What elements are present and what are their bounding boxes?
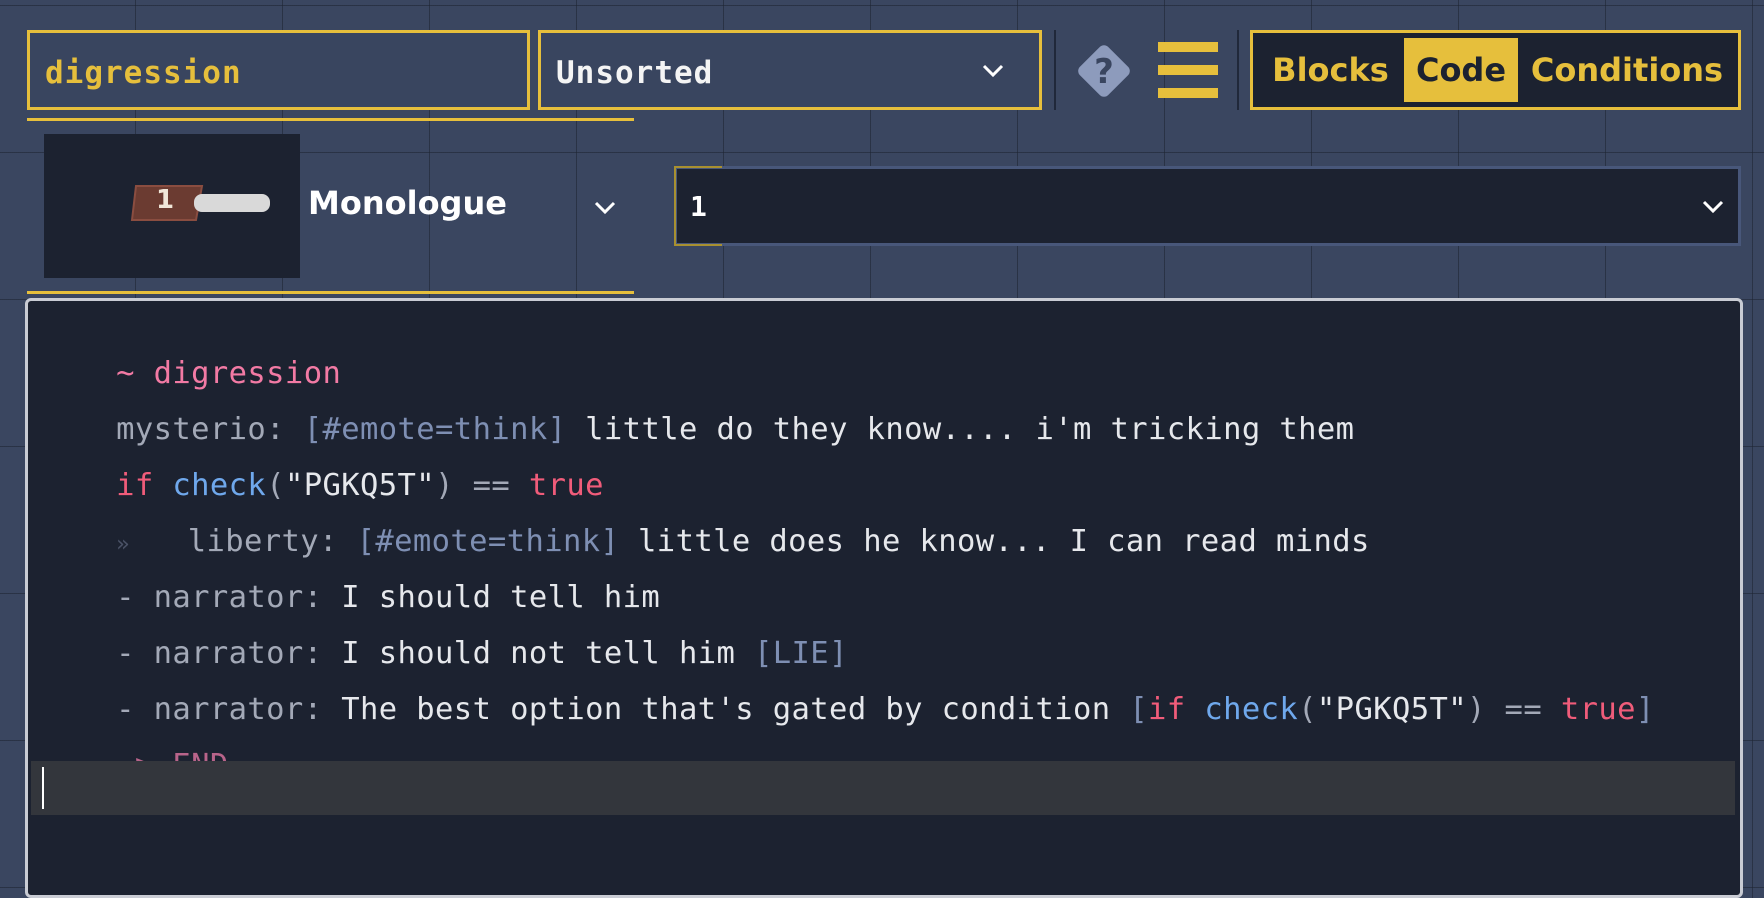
string: "PGKQ5T" [1316, 692, 1468, 727]
title-field[interactable]: digression [27, 30, 530, 110]
function-name: check [1204, 692, 1299, 727]
code-editor[interactable]: ~ digression mysterio: [#emote=think] li… [25, 298, 1743, 898]
dialogue-text: little does he know... I can read minds [619, 524, 1370, 559]
operator: == [1485, 692, 1561, 727]
dialogue-text: The best option that's gated by conditio… [341, 692, 1130, 727]
tab-conditions[interactable]: Conditions [1519, 38, 1735, 102]
text-caret [42, 767, 44, 809]
character-thumbnail: 1 [44, 134, 300, 278]
character-name: Monologue [308, 184, 507, 222]
boolean: true [1560, 692, 1636, 727]
category-value: Unsorted [556, 55, 714, 91]
svg-text:?: ? [1094, 52, 1114, 92]
toolbar-divider [1054, 30, 1056, 110]
character-badge: 1 [156, 185, 175, 215]
chevron-down-icon [982, 64, 1004, 78]
title-value: digression [45, 55, 242, 91]
tab-blocks[interactable]: Blocks [1258, 38, 1403, 102]
tab-code[interactable]: Code [1404, 38, 1518, 102]
chevron-down-icon[interactable] [593, 200, 617, 216]
line-select[interactable] [674, 166, 1741, 246]
line-number: 1 [674, 166, 722, 246]
dialogue-text: little do they know.... i'm tricking the… [566, 412, 1355, 447]
menu-button[interactable] [1156, 40, 1220, 102]
toolbar-divider [1237, 30, 1239, 110]
punctuation: ( [1298, 692, 1317, 727]
current-line-highlight [31, 761, 1735, 815]
punctuation: [ [1129, 692, 1149, 727]
code-line: - narrator: The best option that's gated… [41, 657, 1655, 762]
category-select[interactable]: Unsorted [538, 30, 1042, 110]
help-button[interactable]: ? [1073, 40, 1135, 102]
help-icon: ? [1078, 45, 1130, 97]
punctuation: ) [1467, 692, 1486, 727]
chevron-down-icon [1702, 200, 1724, 214]
mode-switcher: Blocks Code Conditions [1250, 30, 1741, 110]
keyword: if [1148, 692, 1205, 727]
menu-icon [1158, 42, 1218, 98]
punctuation: ] [1635, 692, 1655, 727]
